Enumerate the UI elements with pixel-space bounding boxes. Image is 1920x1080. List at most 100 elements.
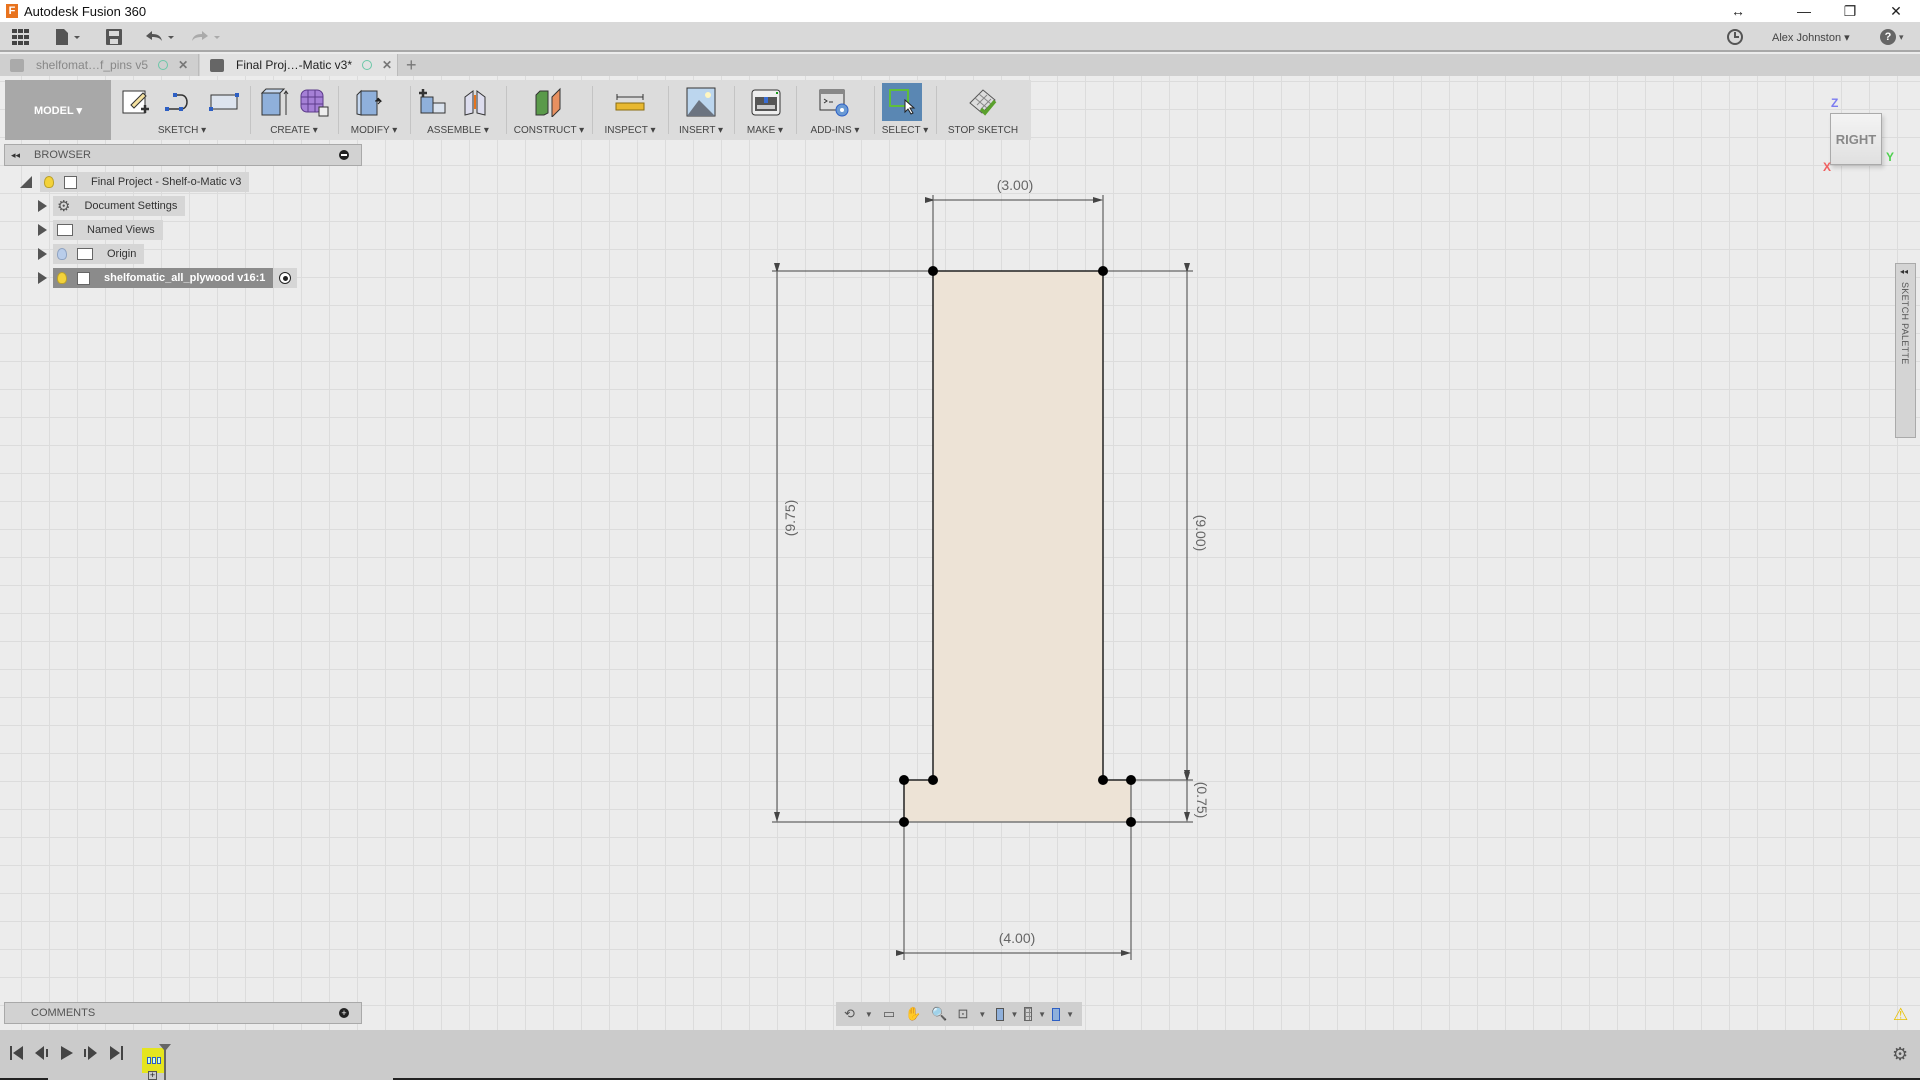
inspect-menu[interactable]: INSPECT ▾ bbox=[595, 125, 665, 136]
sketch-point[interactable] bbox=[899, 775, 909, 785]
collapse-browser-icon[interactable]: ◂◂ bbox=[11, 150, 20, 161]
sketch-point[interactable] bbox=[928, 266, 938, 276]
viewports-icon[interactable] bbox=[1052, 1007, 1061, 1021]
view-cube-face-right[interactable]: RIGHT bbox=[1830, 113, 1882, 165]
timeline-next-button[interactable] bbox=[84, 1046, 98, 1064]
orbit-icon[interactable]: ⟲ bbox=[844, 1006, 855, 1022]
pan-icon[interactable]: ✋ bbox=[905, 1006, 921, 1022]
grid-caret-icon[interactable]: ▼ bbox=[1038, 1010, 1046, 1019]
browser-item-document-settings[interactable]: ⚙ Document Settings bbox=[38, 196, 186, 216]
visibility-bulb-icon[interactable] bbox=[57, 272, 67, 284]
stop-sketch-icon bbox=[969, 89, 997, 116]
expand-triangle-icon[interactable] bbox=[38, 224, 47, 236]
visibility-bulb-icon[interactable] bbox=[57, 248, 67, 260]
expand-triangle-icon[interactable] bbox=[38, 200, 47, 212]
add-ins-group[interactable]: ADD-INS ▾ bbox=[799, 80, 871, 140]
offset-plane-icon[interactable] bbox=[534, 87, 564, 117]
modify-group[interactable]: MODIFY ▾ bbox=[341, 80, 407, 140]
sketch-profile[interactable] bbox=[904, 271, 1131, 822]
timeline-last-button[interactable] bbox=[110, 1046, 124, 1064]
add-comment-icon[interactable]: + bbox=[339, 1008, 349, 1018]
timeline-prev-button[interactable] bbox=[35, 1046, 49, 1064]
look-at-icon[interactable]: ▭ bbox=[883, 1006, 895, 1022]
browser-panel-header[interactable]: ◂◂ BROWSER bbox=[4, 144, 362, 166]
rectangle-icon[interactable] bbox=[209, 87, 239, 117]
display-caret-icon[interactable]: ▼ bbox=[1010, 1010, 1018, 1019]
create-menu[interactable]: CREATE ▾ bbox=[253, 125, 335, 136]
timeline-expand-icon[interactable]: + bbox=[148, 1071, 157, 1080]
dim-right-height[interactable]: (9.00) bbox=[1193, 515, 1209, 552]
sketch-point[interactable] bbox=[899, 817, 909, 827]
select-group[interactable]: SELECT ▾ bbox=[877, 80, 933, 140]
modify-menu[interactable]: MODIFY ▾ bbox=[341, 125, 407, 136]
timeline-settings-gear-icon[interactable]: ⚙ bbox=[1892, 1044, 1908, 1065]
axis-z-label: Z bbox=[1831, 96, 1839, 110]
create-sketch-icon[interactable] bbox=[121, 87, 151, 117]
extrude-icon[interactable] bbox=[259, 87, 289, 117]
3d-print-icon[interactable] bbox=[751, 87, 781, 117]
select-menu[interactable]: SELECT ▾ bbox=[877, 125, 933, 136]
construct-menu[interactable]: CONSTRUCT ▾ bbox=[509, 125, 589, 136]
fit-icon[interactable]: ⊡ bbox=[958, 1006, 969, 1022]
measure-icon[interactable] bbox=[615, 87, 645, 117]
expand-palette-icon[interactable]: ◂◂ bbox=[1900, 267, 1908, 276]
insert-menu[interactable]: INSERT ▾ bbox=[671, 125, 731, 136]
viewports-caret-icon[interactable]: ▼ bbox=[1066, 1010, 1074, 1019]
make-group[interactable]: MAKE ▾ bbox=[737, 80, 793, 140]
sketch-menu[interactable]: SKETCH ▾ bbox=[117, 125, 247, 136]
create-group[interactable]: CREATE ▾ bbox=[253, 80, 335, 140]
warning-icon[interactable]: ⚠ bbox=[1893, 1005, 1908, 1025]
sketch-palette-tab[interactable]: ◂◂ SKETCH PALETTE bbox=[1895, 263, 1916, 438]
timeline-play-button[interactable] bbox=[60, 1046, 74, 1064]
view-cube-face-label: RIGHT bbox=[1835, 131, 1877, 147]
sketch-point[interactable] bbox=[1126, 817, 1136, 827]
browser-item-origin[interactable]: Origin bbox=[38, 244, 145, 264]
sketch-palette-label: SKETCH PALETTE bbox=[1900, 282, 1910, 365]
timeline-marker[interactable] bbox=[159, 1044, 173, 1080]
workspace-switcher[interactable]: MODEL ▾ bbox=[5, 80, 111, 140]
comments-panel-header[interactable]: COMMENTS + bbox=[4, 1002, 362, 1024]
browser-item-root[interactable]: Final Project - Shelf-o-Matic v3 bbox=[20, 172, 250, 192]
display-settings-icon[interactable] bbox=[996, 1007, 1005, 1021]
browser-minimize-icon[interactable] bbox=[339, 150, 349, 160]
radio-icon bbox=[279, 272, 292, 284]
assemble-group[interactable]: ASSEMBLE ▾ bbox=[413, 80, 503, 140]
zoom-icon[interactable]: 🔍 bbox=[931, 1006, 947, 1022]
press-pull-icon[interactable] bbox=[355, 87, 385, 117]
make-menu[interactable]: MAKE ▾ bbox=[737, 125, 793, 136]
sketch-point[interactable] bbox=[928, 775, 938, 785]
dim-left-height[interactable]: (9.75) bbox=[782, 500, 798, 537]
dim-base-height[interactable]: (0.75) bbox=[1194, 782, 1210, 819]
inspect-group[interactable]: INSPECT ▾ bbox=[595, 80, 665, 140]
fit-caret-icon[interactable]: ▼ bbox=[978, 1010, 986, 1019]
stop-sketch-button[interactable]: STOP SKETCH bbox=[939, 80, 1027, 140]
expanded-triangle-icon[interactable] bbox=[20, 176, 32, 188]
sketch-point[interactable] bbox=[1098, 266, 1108, 276]
insert-group[interactable]: INSERT ▾ bbox=[671, 80, 731, 140]
browser-item-named-views[interactable]: Named Views bbox=[38, 220, 163, 240]
dim-bottom-width[interactable]: (4.00) bbox=[999, 930, 1036, 946]
dim-top-width[interactable]: (3.00) bbox=[997, 177, 1034, 193]
line-arc-icon[interactable] bbox=[165, 87, 195, 117]
new-component-icon[interactable] bbox=[417, 87, 447, 117]
grid-snaps-icon[interactable] bbox=[1024, 1007, 1033, 1021]
activate-component-radio[interactable] bbox=[273, 268, 298, 288]
timeline-first-button[interactable] bbox=[10, 1046, 24, 1064]
orbit-caret-icon[interactable]: ▼ bbox=[865, 1010, 873, 1019]
browser-item-shelfomatic-component[interactable]: shelfomatic_all_plywood v16:1 bbox=[38, 268, 298, 288]
sketch-point[interactable] bbox=[1126, 775, 1136, 785]
form-icon[interactable] bbox=[299, 87, 329, 117]
joint-icon[interactable] bbox=[461, 87, 491, 117]
scripts-addins-icon[interactable] bbox=[819, 87, 849, 117]
construct-group[interactable]: CONSTRUCT ▾ bbox=[509, 80, 589, 140]
sketch-point[interactable] bbox=[1098, 775, 1108, 785]
add-ins-menu[interactable]: ADD-INS ▾ bbox=[799, 125, 871, 136]
assemble-menu[interactable]: ASSEMBLE ▾ bbox=[413, 125, 503, 136]
select-window-icon[interactable] bbox=[887, 86, 917, 116]
folder-icon bbox=[57, 224, 73, 236]
expand-triangle-icon[interactable] bbox=[38, 272, 47, 284]
insert-image-icon[interactable] bbox=[686, 87, 716, 117]
visibility-bulb-icon[interactable] bbox=[44, 176, 54, 188]
expand-triangle-icon[interactable] bbox=[38, 248, 47, 260]
sketch-group[interactable]: SKETCH ▾ bbox=[117, 80, 247, 140]
